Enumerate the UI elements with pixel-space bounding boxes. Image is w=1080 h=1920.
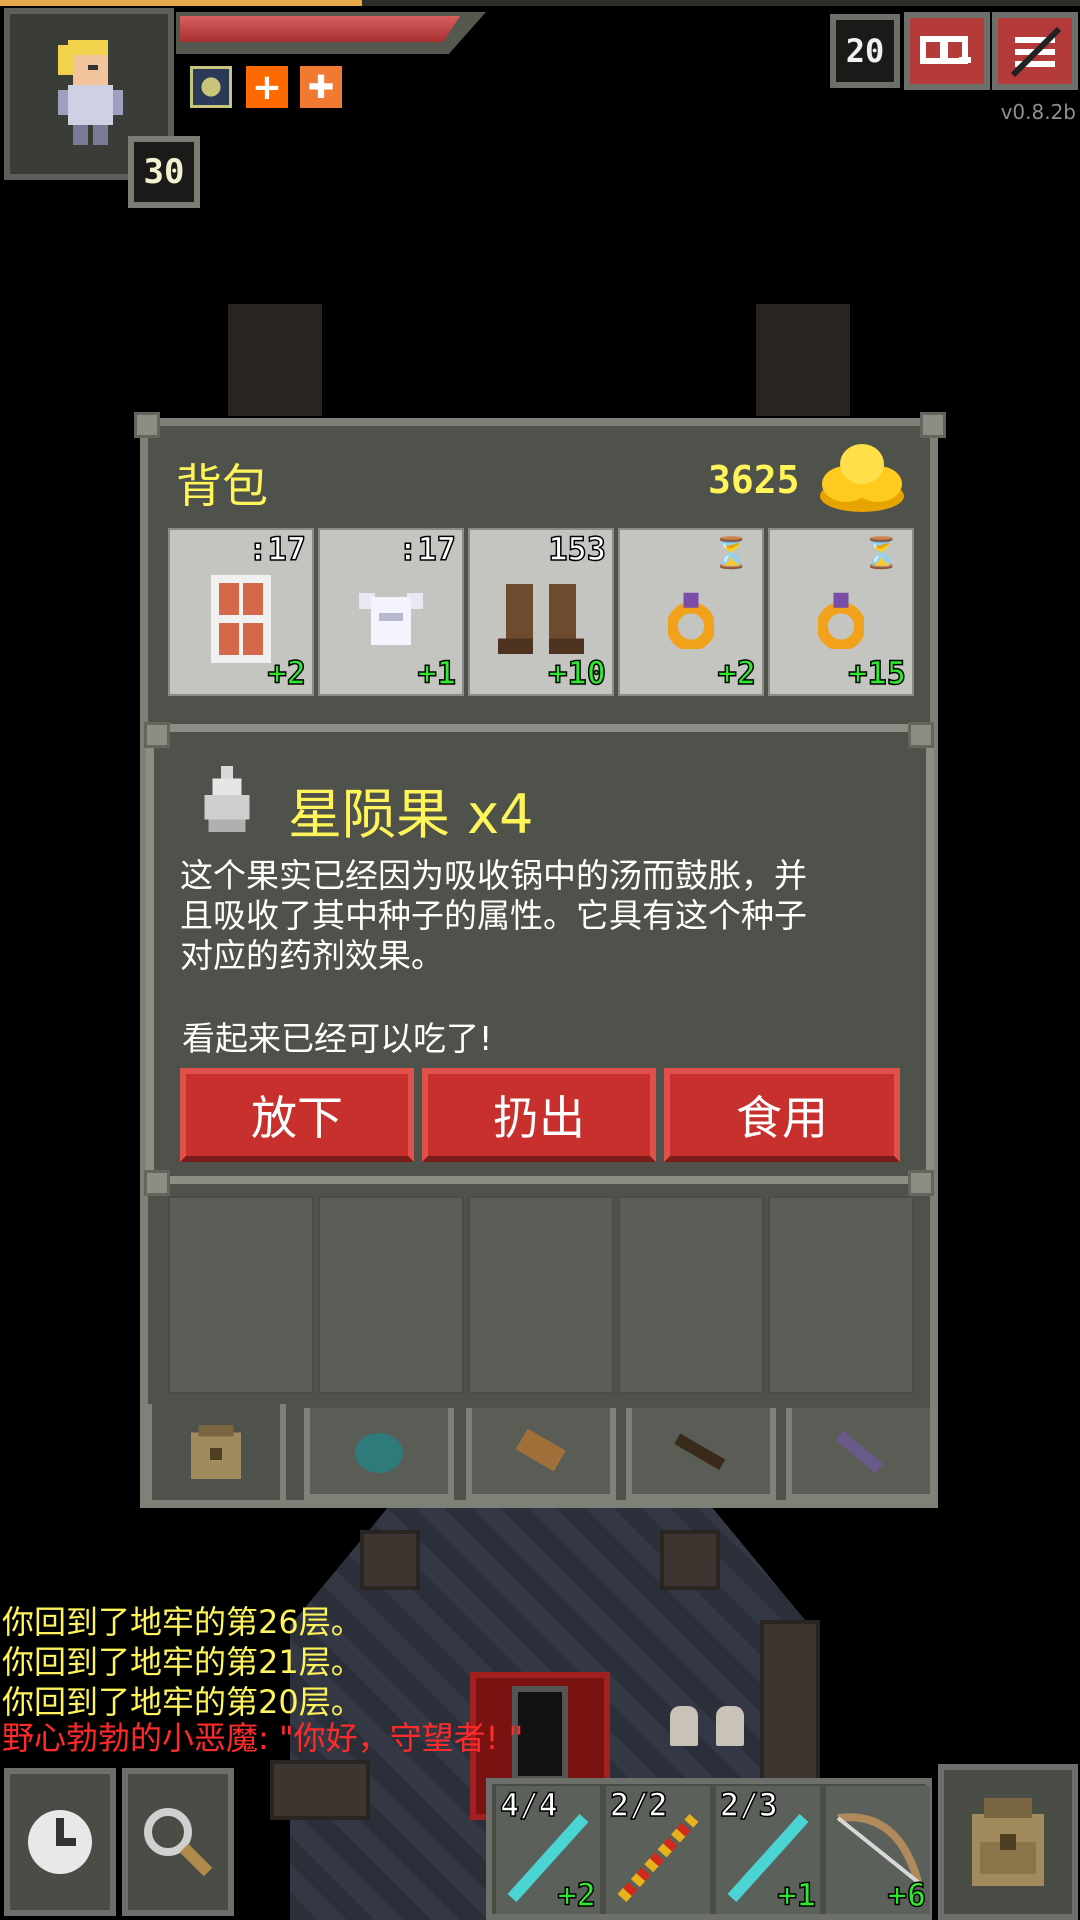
dungeon-wall <box>756 304 850 416</box>
inventory-slot[interactable]: :17 +2 <box>168 528 314 696</box>
quickslot[interactable]: +6 <box>826 1786 930 1915</box>
backpack-icon <box>190 1424 242 1480</box>
gold-amount: 3625 <box>708 458 800 502</box>
magic-holster-icon <box>835 1430 884 1473</box>
item-upgrade-level: +10 <box>547 653 606 693</box>
tab-scroll-holder[interactable] <box>466 1408 616 1500</box>
enemy-skeleton[interactable] <box>716 1706 744 1746</box>
tab-magic-holster[interactable] <box>786 1408 936 1500</box>
experience-bar <box>0 0 362 6</box>
throw-button[interactable]: 扔出 <box>422 1068 656 1162</box>
boots-icon <box>498 583 584 654</box>
quickslot[interactable]: 2/2 <box>606 1785 710 1914</box>
log-message: 你回到了地牢的第20层。 <box>2 1683 363 1721</box>
item-upgrade-level: +2 <box>267 653 307 693</box>
inventory-slot[interactable] <box>168 1196 314 1394</box>
item-note: 看起来已经可以吃了! <box>182 1019 493 1058</box>
backpack-icon <box>972 1798 1044 1886</box>
window-corner <box>144 1170 170 1196</box>
log-message: 你回到了地牢的第21层。 <box>2 1643 363 1681</box>
haste-icon: ✚ <box>300 66 342 108</box>
tab-backpack[interactable] <box>146 1404 286 1506</box>
drop-button[interactable]: 放下 <box>180 1068 414 1162</box>
tab-seed-pouch[interactable] <box>304 1408 454 1500</box>
wand-charges: 2/2 <box>609 1785 668 1825</box>
inventory-slot[interactable]: :17 +1 <box>318 528 464 696</box>
unidentified-icon: ⏳ <box>862 536 900 571</box>
wait-button[interactable] <box>4 1768 116 1916</box>
backpack-title: 背包 <box>176 459 268 513</box>
journal-icon <box>920 36 971 64</box>
dungeon-wall <box>660 1530 720 1590</box>
dungeon-wall <box>360 1530 420 1590</box>
item-title: 星陨果 x4 <box>288 783 534 846</box>
tab-wand-holster[interactable] <box>626 1408 776 1500</box>
window-corner <box>920 412 946 438</box>
dungeon-wall <box>270 1760 370 1820</box>
dungeon-depth-indicator[interactable]: 20 <box>830 14 900 88</box>
seed-pouch-icon <box>355 1433 403 1473</box>
menu-button[interactable] <box>992 12 1078 90</box>
ring-icon <box>818 592 864 649</box>
item-upgrade-level: +6 <box>887 1875 927 1915</box>
item-upgrade-level: +2 <box>557 1875 597 1915</box>
log-message: 野心勃勃的小恶魔: "你好，守望者! " <box>2 1719 524 1757</box>
unidentified-icon: ⏳ <box>712 536 750 571</box>
quickslot[interactable]: 4/4 +2 <box>496 1785 600 1915</box>
gold-icon <box>820 444 904 512</box>
inventory-slot[interactable] <box>768 1196 914 1394</box>
inventory-slot[interactable]: ⏳ +15 <box>768 528 914 696</box>
inventory-slot[interactable]: 153 +10 <box>468 528 614 696</box>
version-label: v0.8.2b <box>1000 100 1076 124</box>
log-message: 你回到了地牢的第26层。 <box>2 1603 363 1641</box>
dungeon-wall <box>228 304 322 416</box>
clock-icon <box>28 1810 92 1874</box>
eat-button[interactable]: 食用 <box>664 1068 900 1162</box>
window-corner <box>144 722 170 748</box>
item-quantity: :17 <box>247 529 306 569</box>
item-description: 这个果实已经因为吸收锅中的汤而鼓胀，并 且吸收了其中种子的属性。它具有这个种子 … <box>180 856 807 975</box>
wand-holster-icon <box>674 1433 726 1470</box>
enemy-skeleton[interactable] <box>670 1706 698 1746</box>
journal-button[interactable] <box>904 12 990 90</box>
inventory-slot[interactable] <box>618 1196 764 1394</box>
window-corner <box>134 412 160 438</box>
hero-level-badge: 30 <box>128 136 200 208</box>
starfruit-icon <box>204 766 250 832</box>
wand-charges: 4/4 <box>499 1785 558 1825</box>
ring-icon <box>668 592 714 649</box>
window-corner <box>908 722 934 748</box>
search-button[interactable] <box>122 1768 234 1916</box>
experience-track <box>362 0 1080 6</box>
wand-charges: 2/3 <box>719 1785 778 1825</box>
item-quantity: :17 <box>397 529 456 569</box>
armor-icon <box>359 592 423 645</box>
magnifier-icon <box>144 1808 213 1877</box>
item-upgrade-level: +2 <box>717 653 757 693</box>
item-upgrade-level: +1 <box>777 1875 817 1915</box>
scroll-holder-icon <box>515 1429 566 1472</box>
window-corner <box>908 1170 934 1196</box>
item-upgrade-level: +15 <box>847 653 906 693</box>
inventory-slot[interactable] <box>468 1196 614 1394</box>
inventory-slot[interactable]: ⏳ +2 <box>618 528 764 696</box>
health-bar <box>180 16 460 42</box>
item-upgrade-level: +1 <box>417 653 457 693</box>
regeneration-icon: + <box>246 66 288 108</box>
menu-icon <box>1010 26 1061 77</box>
quickslot[interactable]: 2/3 +1 <box>716 1785 820 1915</box>
inventory-slot[interactable] <box>318 1196 464 1394</box>
item-quantity: 153 <box>547 529 606 569</box>
shield-icon <box>211 574 271 663</box>
light-buff-icon <box>190 66 232 108</box>
backpack-button[interactable] <box>938 1764 1078 1920</box>
